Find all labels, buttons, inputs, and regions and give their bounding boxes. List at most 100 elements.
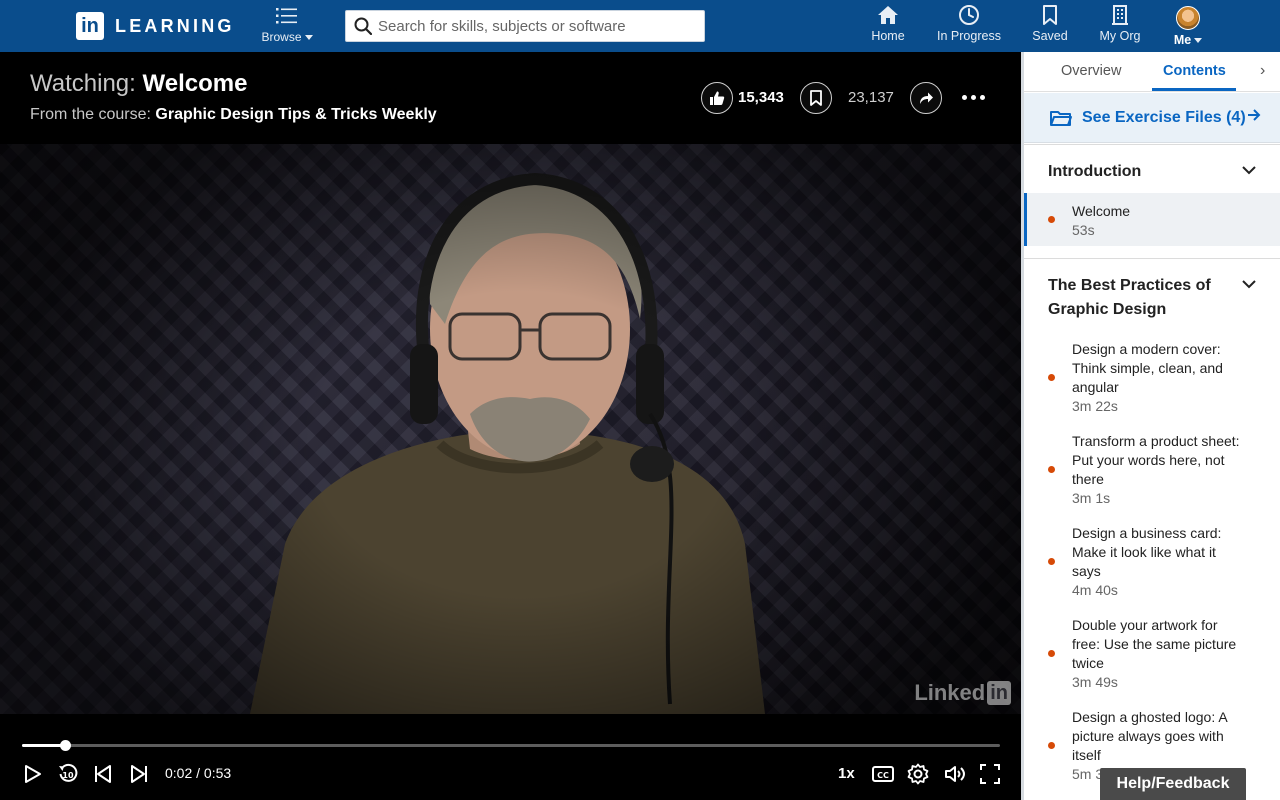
chevron-down-icon[interactable] — [1242, 276, 1256, 294]
avatar — [1176, 6, 1200, 30]
lesson-item[interactable]: Transform a product sheet: Put your word… — [1024, 432, 1280, 512]
exercise-files-label: See Exercise Files (4) — [1082, 108, 1246, 126]
divider — [1024, 258, 1280, 259]
playback-speed-button[interactable]: 1x — [838, 765, 855, 782]
nav-my-org[interactable]: My Org — [1096, 4, 1144, 48]
search-input[interactable] — [378, 17, 678, 35]
nav-home-label: Home — [871, 29, 905, 43]
skip-next-icon — [131, 765, 147, 783]
fullscreen-button[interactable] — [979, 762, 1001, 786]
rewind-10-button[interactable]: 10 — [56, 762, 80, 786]
dot-icon — [962, 95, 967, 100]
linkedin-watermark: Linked in — [914, 680, 1011, 706]
progress-bar[interactable] — [22, 740, 1000, 751]
divider — [1024, 144, 1280, 145]
nav-in-progress-label: In Progress — [937, 29, 1001, 43]
learning-wordmark: LEARNING — [115, 15, 235, 36]
video-frame[interactable]: Linked in — [0, 144, 1021, 714]
lesson-title: Transform a product sheet: Put your word… — [1072, 433, 1240, 487]
progress-scrubber-handle[interactable] — [60, 740, 72, 751]
video-title: Welcome — [142, 70, 248, 97]
unwatched-dot-icon — [1048, 558, 1055, 565]
play-button[interactable] — [22, 762, 44, 786]
watching-prefix: Watching: — [30, 70, 136, 97]
folder-icon — [1050, 110, 1072, 126]
nav-saved[interactable]: Saved — [1028, 4, 1072, 48]
dot-icon — [971, 95, 976, 100]
lesson-duration: 3m 22s — [1072, 398, 1118, 414]
tab-overview[interactable]: Overview — [1061, 63, 1121, 79]
linkedin-learning-logo[interactable]: in LEARNING — [76, 12, 235, 40]
volume-icon — [945, 766, 965, 782]
linkedin-in-logo-icon: in — [76, 12, 104, 40]
lesson-item[interactable]: Double your artwork for free: Use the sa… — [1024, 616, 1280, 696]
video-player: Watching: Welcome From the course: Graph… — [0, 52, 1021, 800]
lesson-title: Design a modern cover: Think simple, cle… — [1072, 341, 1223, 395]
gear-icon — [907, 763, 929, 785]
video-vignette — [0, 144, 1021, 714]
chevron-down-icon[interactable] — [1242, 162, 1256, 180]
lesson-title: Welcome — [1072, 203, 1131, 219]
like-button[interactable] — [701, 82, 733, 114]
watermark-linked: Linked — [914, 680, 986, 705]
nav-in-progress[interactable]: In Progress — [934, 4, 1004, 48]
volume-button[interactable] — [944, 762, 968, 786]
browse-button[interactable]: Browse — [258, 6, 316, 48]
nav-my-org-label: My Org — [1099, 29, 1141, 43]
chapter-title[interactable]: Introduction — [1048, 160, 1238, 184]
settings-button[interactable] — [907, 762, 929, 786]
course-sidebar: Overview Contents › See Exercise Files (… — [1021, 52, 1280, 800]
from-course-prefix: From the course: — [30, 106, 151, 123]
nav-home[interactable]: Home — [866, 4, 910, 48]
caret-down-icon — [1194, 37, 1203, 43]
unwatched-dot-icon — [1048, 650, 1055, 657]
captions-button[interactable]: CC — [872, 762, 894, 786]
save-button[interactable] — [800, 82, 832, 114]
nav-me-label: Me — [1173, 33, 1192, 47]
top-navigation-bar: in LEARNING Browse Home — [0, 0, 1280, 52]
active-tab-indicator — [1152, 88, 1236, 91]
lesson-item[interactable]: Design a business card: Make it look lik… — [1024, 524, 1280, 604]
help-feedback-button[interactable]: Help/Feedback — [1100, 768, 1246, 800]
more-options-button[interactable] — [962, 95, 985, 100]
tab-contents[interactable]: Contents — [1163, 63, 1226, 79]
share-arrow-icon — [920, 92, 933, 104]
fullscreen-icon — [980, 764, 1000, 784]
caret-down-icon — [304, 34, 313, 40]
time-display: 0:02 / 0:53 — [165, 765, 232, 781]
svg-text:CC: CC — [877, 771, 889, 780]
course-line: From the course: Graphic Design Tips & T… — [30, 106, 437, 124]
home-icon — [878, 6, 898, 24]
nav-me[interactable]: Me — [1170, 4, 1206, 48]
list-menu-icon — [276, 8, 297, 24]
course-title[interactable]: Graphic Design Tips & Tricks Weekly — [155, 106, 436, 123]
lesson-duration: 3m 1s — [1072, 490, 1111, 506]
lesson-duration: 3m 49s — [1072, 674, 1118, 690]
like-count: 15,343 — [738, 89, 784, 106]
next-video-button[interactable] — [128, 762, 150, 786]
clock-icon — [959, 5, 979, 25]
lesson-item[interactable]: Design a modern cover: Think simple, cle… — [1024, 340, 1280, 420]
unwatched-dot-icon — [1048, 742, 1055, 749]
dot-icon — [980, 95, 985, 100]
closed-captions-icon: CC — [872, 766, 894, 782]
progress-bar-fill — [22, 744, 66, 747]
chapter-title[interactable]: The Best Practices of Graphic Design — [1048, 274, 1238, 322]
see-exercise-files-button[interactable]: See Exercise Files (4) — [1024, 93, 1280, 143]
unwatched-dot-icon — [1048, 466, 1055, 473]
lesson-item-current[interactable]: Welcome 53s — [1024, 193, 1280, 246]
unwatched-dot-icon — [1048, 374, 1055, 381]
lesson-duration: 53s — [1072, 222, 1095, 238]
unwatched-dot-icon — [1048, 216, 1055, 223]
chevron-right-icon[interactable]: › — [1260, 62, 1265, 80]
skip-previous-icon — [95, 765, 111, 783]
lesson-title: Double your artwork for free: Use the sa… — [1072, 617, 1237, 671]
save-count: 23,137 — [848, 89, 894, 106]
browse-label: Browse — [261, 30, 302, 44]
rewind-10-icon: 10 — [59, 763, 78, 782]
svg-text:10: 10 — [62, 771, 74, 780]
share-button[interactable] — [910, 82, 942, 114]
previous-video-button[interactable] — [92, 762, 114, 786]
search-icon — [354, 17, 372, 35]
thumbs-up-icon — [710, 91, 725, 105]
